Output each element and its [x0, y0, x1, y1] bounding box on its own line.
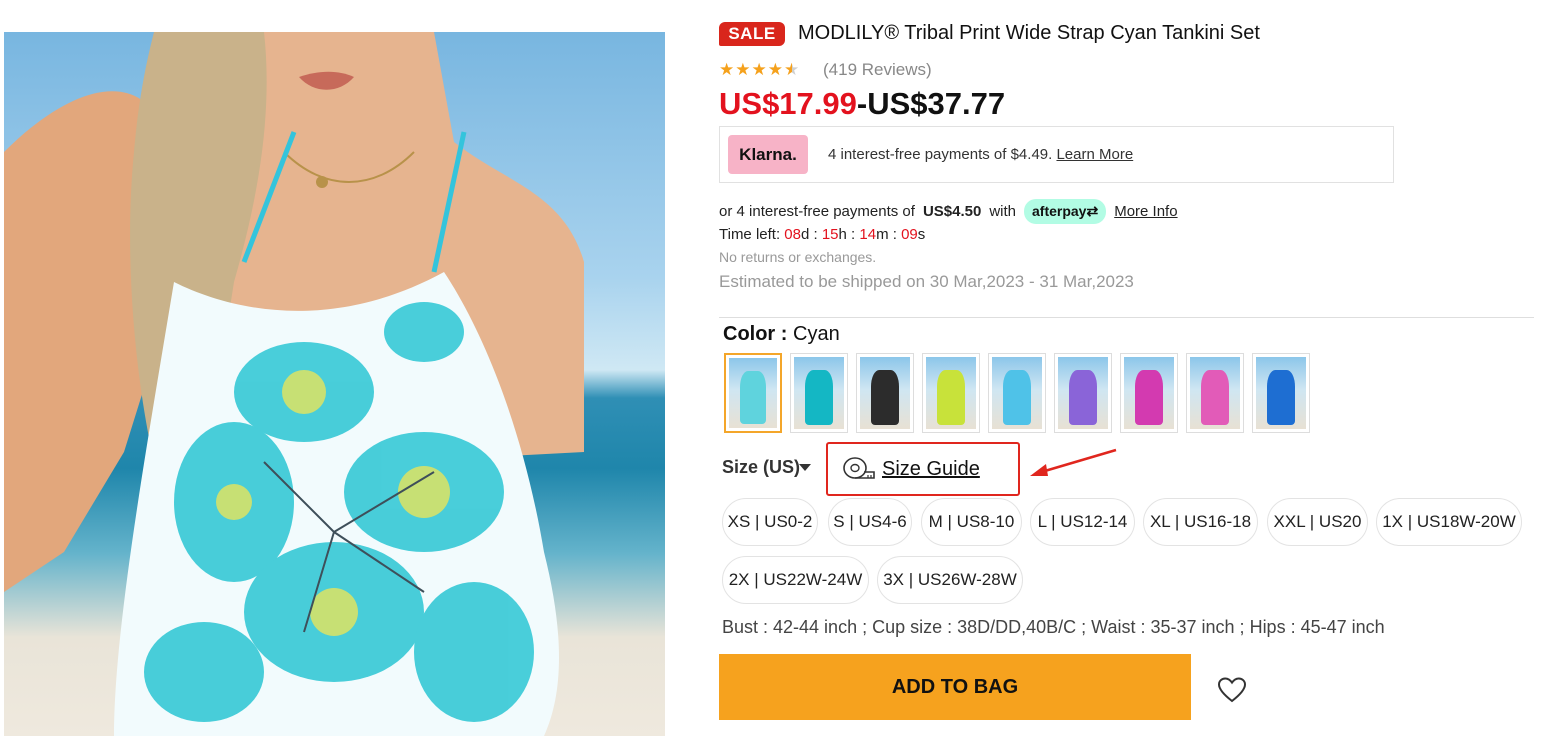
swatch-garment [1069, 369, 1097, 425]
afterpay-prefix: or 4 interest-free payments of [719, 203, 915, 220]
price-high: US$37.77 [867, 86, 1006, 121]
size-measurements: Bust : 42-44 inch ; Cup size : 38D/DD,40… [722, 617, 1385, 637]
klarna-learn-more-link[interactable]: Learn More [1056, 146, 1133, 163]
swatch-thumbnail [794, 357, 844, 429]
timer-hours: 15 [821, 226, 839, 243]
product-main-image[interactable] [4, 32, 665, 736]
countdown-timer: Time left: 08d : 15h : 14m : 09s [719, 226, 925, 243]
afterpay-logo-text: afterpay [1032, 203, 1087, 219]
color-label: Color : Cyan [723, 323, 840, 346]
size-label[interactable]: Size (US) [722, 457, 800, 478]
price-range: US$17.99-US$37.77 [719, 86, 1005, 122]
swatch-thumbnail [1124, 357, 1174, 429]
timer-minutes: 14 [859, 226, 877, 243]
color-swatch[interactable] [1252, 353, 1310, 433]
size-option[interactable]: 1X | US18W-20W [1376, 498, 1522, 546]
size-option[interactable]: 3X | US26W-28W [877, 556, 1023, 604]
star-icon: ★ [751, 60, 767, 79]
klarna-logo: Klarna. [728, 135, 808, 174]
star-icon: ★ [767, 60, 783, 79]
star-icon: ★ [735, 60, 751, 79]
top-edge-mark [448, 0, 462, 3]
product-photo-illustration [4, 32, 584, 736]
timer-h: h : [838, 226, 856, 243]
annotation-arrow [1030, 448, 1117, 476]
swatch-garment [805, 369, 833, 425]
sale-badge: SALE [719, 22, 785, 46]
add-to-bag-button[interactable]: ADD TO BAG [719, 654, 1191, 720]
size-option[interactable]: XXL | US20 [1267, 498, 1368, 546]
price-low: US$17.99 [719, 86, 857, 121]
swatch-garment [871, 369, 899, 425]
color-swatch[interactable] [1120, 353, 1178, 433]
color-swatch[interactable] [1054, 353, 1112, 433]
half-star-icon: ★ [784, 60, 800, 79]
size-option[interactable]: 2X | US22W-24W [722, 556, 869, 604]
timer-label: Time left: [719, 226, 781, 243]
color-value: Cyan [793, 323, 840, 345]
color-swatch[interactable] [790, 353, 848, 433]
swatch-thumbnail [1256, 357, 1306, 429]
swatch-thumbnail [992, 357, 1042, 429]
shipping-estimate: Estimated to be shipped on 30 Mar,2023 -… [719, 272, 1134, 291]
swatch-thumbnail [926, 357, 976, 429]
color-swatch[interactable] [856, 353, 914, 433]
size-option[interactable]: XS | US0-2 [722, 498, 818, 546]
swatch-garment [937, 369, 965, 425]
swatch-garment [1003, 369, 1031, 425]
swatch-garment [1135, 369, 1163, 425]
swatch-garment [1267, 369, 1295, 425]
klarna-text: 4 interest-free payments of $4.49. Learn… [828, 146, 1133, 163]
color-swatch[interactable] [922, 353, 980, 433]
divider [719, 317, 1534, 318]
tape-measure-icon [843, 457, 875, 479]
star-icon: ★ [719, 60, 735, 79]
timer-s: s [917, 226, 926, 243]
color-swatch[interactable] [988, 353, 1046, 433]
size-option[interactable]: L | US12-14 [1030, 498, 1135, 546]
review-count-link[interactable]: (419 Reviews) [823, 60, 932, 80]
timer-d: d : [800, 226, 818, 243]
rating-stars[interactable]: ★ ★ ★ ★ ★ [719, 60, 799, 80]
size-option[interactable]: M | US8-10 [921, 498, 1022, 546]
swatch-thumbnail [729, 358, 777, 428]
return-policy-note: No returns or exchanges. [719, 249, 877, 265]
klarna-banner: Klarna. 4 interest-free payments of $4.4… [719, 126, 1394, 183]
product-title: MODLILY® Tribal Print Wide Strap Cyan Ta… [798, 22, 1260, 44]
price-separator: - [856, 86, 868, 121]
swatch-thumbnail [1058, 357, 1108, 429]
color-label-key: Color : [723, 323, 788, 345]
wishlist-heart-icon[interactable] [1217, 676, 1247, 704]
color-swatch[interactable] [1186, 353, 1244, 433]
afterpay-amount: US$4.50 [922, 203, 982, 220]
size-guide-button[interactable]: Size Guide [826, 442, 1020, 496]
swatch-garment [1201, 369, 1229, 425]
size-option[interactable]: S | US4-6 [828, 498, 912, 546]
timer-seconds: 09 [901, 226, 918, 243]
size-option[interactable]: XL | US16-18 [1143, 498, 1258, 546]
swatch-garment [739, 370, 767, 424]
color-swatches [724, 353, 1310, 433]
klarna-message: 4 interest-free payments of $4.49. [828, 146, 1053, 163]
timer-days: 08 [784, 226, 801, 243]
afterpay-logo: afterpay⇄ [1024, 199, 1107, 224]
afterpay-more-info-link[interactable]: More Info [1114, 203, 1177, 220]
chevron-down-icon[interactable] [799, 464, 811, 471]
color-swatch[interactable] [724, 353, 782, 433]
size-guide-label: Size Guide [882, 457, 980, 480]
afterpay-with: with [989, 203, 1016, 220]
swatch-thumbnail [1190, 357, 1240, 429]
timer-m: m : [876, 226, 897, 243]
swatch-thumbnail [860, 357, 910, 429]
afterpay-line: or 4 interest-free payments of US$4.50 w… [719, 199, 1178, 224]
